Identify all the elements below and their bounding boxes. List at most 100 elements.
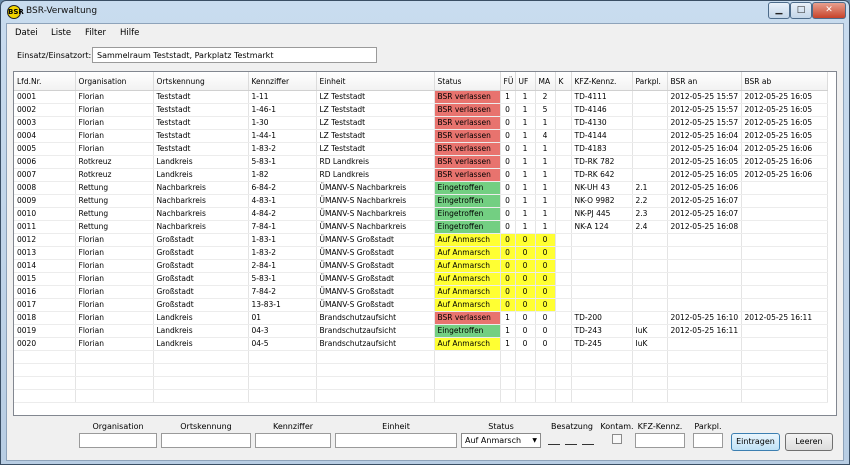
cell-ort: Landkreis [153, 168, 249, 182]
cell-park [632, 285, 668, 299]
table-row[interactable]: 0005 Florian Teststadt 1-83-2 LZ Teststadt BS… [14, 142, 828, 156]
table-row[interactable]: 0001 Florian Teststadt 1-11 LZ Teststadt BSR … [14, 90, 828, 104]
table-row[interactable]: 0019 Florian Landkreis 04-3 Brandschutzaufsi… [14, 324, 828, 338]
cell-org: Florian [75, 116, 154, 130]
column-header[interactable]: K [555, 72, 572, 91]
kennziffer-input[interactable] [255, 433, 331, 448]
table-row[interactable]: 0011 Rettung Nachbarkreis 7-84-1 ÜMANV-S Nac… [14, 220, 828, 234]
besatzung-fue-input[interactable] [548, 444, 560, 445]
parkpl-input[interactable] [693, 433, 723, 448]
menu-hilfe[interactable]: Hilfe [120, 28, 139, 38]
kfz-input[interactable] [635, 433, 685, 448]
cell-nr: 0014 [14, 259, 76, 273]
table-row[interactable]: 0012 Florian Großstadt 1-83-1 ÜMANV-S Großst… [14, 233, 828, 247]
menu-liste[interactable]: Liste [51, 28, 71, 38]
cell-k [555, 272, 572, 286]
cell-ort: Teststadt [153, 142, 249, 156]
empty-cell [571, 376, 633, 390]
ortskennung-input[interactable] [161, 433, 251, 448]
leeren-button[interactable]: Leeren [785, 433, 833, 451]
cell-ab: 2012-05-25 16:05 [741, 129, 828, 143]
table-row[interactable]: 0020 Florian Landkreis 04-5 Brandschutzaufsi… [14, 337, 828, 351]
empty-cell [316, 376, 435, 390]
column-header[interactable]: FÜ [500, 72, 516, 91]
empty-cell [555, 389, 572, 403]
kontam-checkbox[interactable] [612, 434, 622, 444]
empty-cell [500, 376, 516, 390]
close-icon[interactable]: ✕ [812, 2, 846, 19]
empty-cell [555, 350, 572, 364]
cell-kz: 1-11 [248, 90, 317, 104]
cell-ab [741, 220, 828, 234]
cell-status: Auf Anmarsch [434, 272, 501, 286]
column-header[interactable]: KFZ-Kennz. [571, 72, 633, 91]
cell-ma: 0 [535, 337, 556, 351]
cell-fue: 0 [500, 207, 516, 221]
empty-cell [248, 363, 317, 377]
cell-an: 2012-05-25 16:05 [667, 155, 742, 169]
maximize-icon[interactable]: □ [790, 2, 812, 19]
table-row[interactable]: 0004 Florian Teststadt 1-44-1 LZ Teststadt BS… [14, 129, 828, 143]
table-row[interactable]: 0017 Florian Großstadt 13-83-1 ÜMANV-S Großs… [14, 298, 828, 312]
column-header[interactable]: Kennziffer [248, 72, 317, 91]
cell-ab [741, 259, 828, 273]
eintragen-button[interactable]: Eintragen [731, 433, 780, 451]
empty-cell [741, 389, 828, 403]
table-row[interactable]: 0006 Rotkreuz Landkreis 5-83-1 RD Landkreis B… [14, 155, 828, 169]
einheit-input[interactable] [335, 433, 457, 448]
units-table[interactable]: Lfd.Nr. Organisation Ortskennung Kennziffer… [13, 71, 837, 416]
besatzung-uf-input[interactable] [565, 444, 577, 445]
table-row[interactable]: 0002 Florian Teststadt 1-46-1 LZ Teststadt BS… [14, 103, 828, 117]
menu-filter[interactable]: Filter [85, 28, 106, 38]
column-header[interactable]: Ortskennung [153, 72, 249, 91]
table-row[interactable]: 0013 Florian Großstadt 1-83-2 ÜMANV-S Großst… [14, 246, 828, 260]
table-row[interactable]: 0015 Florian Großstadt 5-83-1 ÜMANV-S Großst… [14, 272, 828, 286]
cell-einheit: ÜMANV-S Nachbarkreis [316, 220, 435, 234]
empty-cell [153, 389, 249, 403]
einsatz-input[interactable]: Sammelraum Teststadt, Parkplatz Testmark… [92, 47, 377, 63]
table-row[interactable]: 0003 Florian Teststadt 1-30 LZ Teststadt BSR … [14, 116, 828, 130]
cell-kfz [571, 259, 633, 273]
cell-park [632, 298, 668, 312]
column-header[interactable]: Status [434, 72, 501, 91]
table-row[interactable]: 0010 Rettung Nachbarkreis 4-84-2 ÜMANV-S Nac… [14, 207, 828, 221]
column-header[interactable]: UF [515, 72, 536, 91]
menu-datei[interactable]: Datei [15, 28, 38, 38]
cell-fue: 1 [500, 337, 516, 351]
column-header[interactable]: BSR ab [741, 72, 828, 91]
cell-park [632, 142, 668, 156]
cell-uf: 0 [515, 324, 536, 338]
cell-einheit: ÜMANV-S Nachbarkreis [316, 207, 435, 221]
table-row[interactable]: 0007 Rotkreuz Landkreis 1-82 RD Landkreis BSR… [14, 168, 828, 182]
organisation-input[interactable] [79, 433, 157, 448]
status-select[interactable]: Auf Anmarsch ▼ [461, 433, 541, 448]
cell-an [667, 285, 742, 299]
cell-fue: 0 [500, 272, 516, 286]
cell-kz: 7-84-2 [248, 285, 317, 299]
cell-kz: 04-3 [248, 324, 317, 338]
cell-einheit: ÜMANV-S Nachbarkreis [316, 181, 435, 195]
table-row[interactable]: 0018 Florian Landkreis 01 Brandschutzaufsich… [14, 311, 828, 325]
cell-an [667, 272, 742, 286]
title-bar[interactable]: BSR BSR-Verwaltung ▁ □ ✕ [1, 1, 849, 23]
column-header[interactable]: Organisation [75, 72, 154, 91]
cell-kz: 5-83-1 [248, 272, 317, 286]
column-header[interactable]: Lfd.Nr. [14, 72, 76, 91]
cell-einheit: ÜMANV-S Großstadt [316, 259, 435, 273]
cell-ma: 5 [535, 103, 556, 117]
column-header[interactable]: Einheit [316, 72, 435, 91]
column-header[interactable]: BSR an [667, 72, 742, 91]
table-row[interactable]: 0009 Rettung Nachbarkreis 4-83-1 ÜMANV-S Nac… [14, 194, 828, 208]
besatzung-ma-input[interactable] [582, 444, 594, 445]
cell-kfz: TD-RK 782 [571, 155, 633, 169]
cell-ma: 0 [535, 324, 556, 338]
column-header[interactable]: Parkpl. [632, 72, 668, 91]
minimize-icon[interactable]: ▁ [768, 2, 790, 19]
table-row[interactable]: 0014 Florian Großstadt 2-84-1 ÜMANV-S Großst… [14, 259, 828, 273]
empty-cell [434, 350, 501, 364]
table-row[interactable]: 0016 Florian Großstadt 7-84-2 ÜMANV-S Großst… [14, 285, 828, 299]
empty-cell [500, 389, 516, 403]
table-row[interactable]: 0008 Rettung Nachbarkreis 6-84-2 ÜMANV-S Nac… [14, 181, 828, 195]
column-header[interactable]: MA [535, 72, 556, 91]
cell-uf: 1 [515, 155, 536, 169]
